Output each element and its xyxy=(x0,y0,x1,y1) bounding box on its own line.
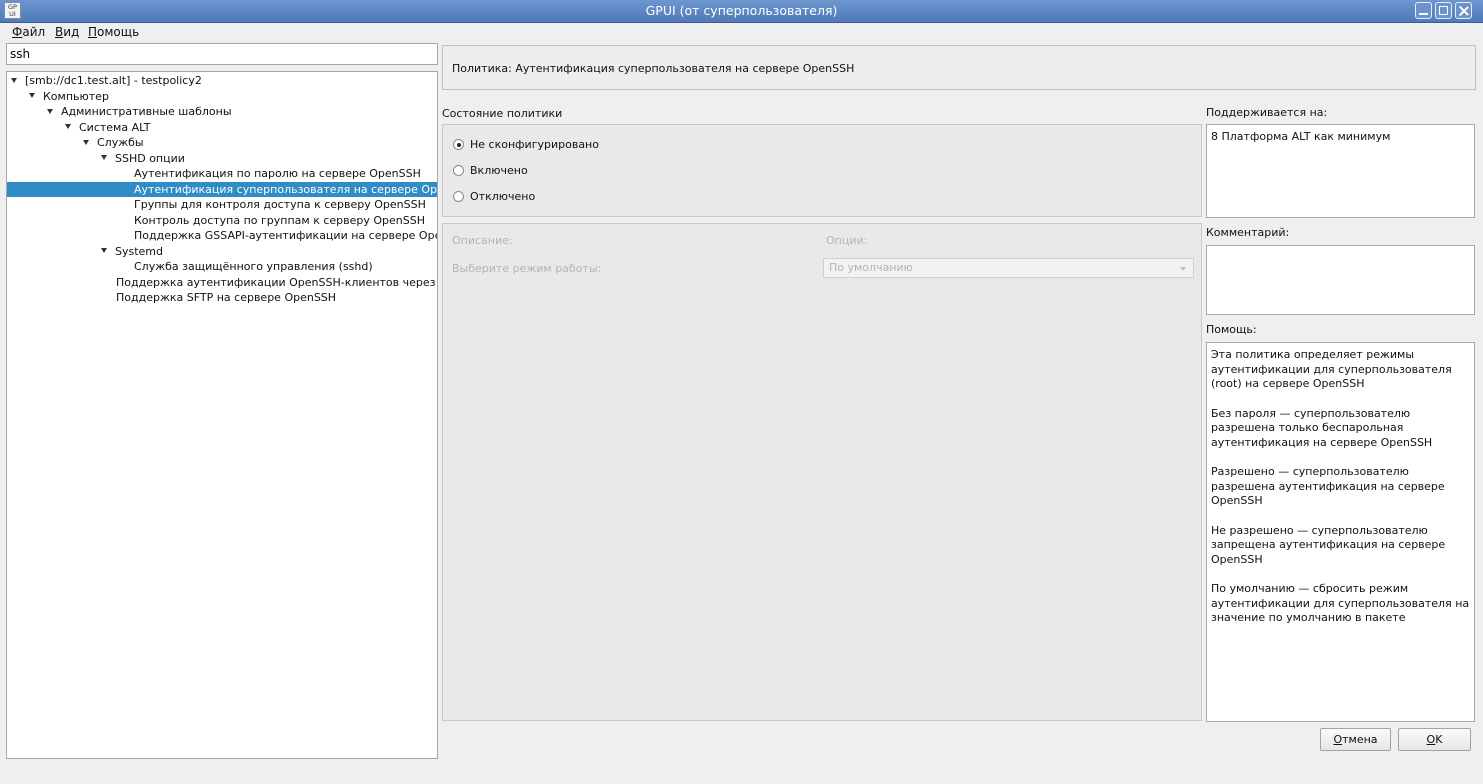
title-bar: GP UI GPUI (от суперпользователя) xyxy=(0,0,1483,23)
mode-select-value: По умолчанию xyxy=(829,261,913,274)
supported-box: 8 Платформа ALT как минимум xyxy=(1206,124,1475,218)
tree-item[interactable]: Поддержка SFTP на сервере OpenSSH xyxy=(7,290,437,306)
chevron-down-icon xyxy=(1180,267,1186,271)
tree-item-label: [smb://dc1.test.alt] - testpolicy2 xyxy=(25,74,202,87)
expand-arrow-icon[interactable] xyxy=(47,108,53,114)
help-paragraph: Не разрешено — суперпользователю запреще… xyxy=(1211,523,1446,566)
tree-item-label: Группы для контроля доступа к серверу Op… xyxy=(134,198,426,211)
radio-indicator xyxy=(453,165,464,176)
radio-label: Отключено xyxy=(470,190,536,203)
radio-not-configured[interactable]: Не сконфигурировано xyxy=(453,138,599,151)
help-paragraph: Эта политика определяет режимы аутентифи… xyxy=(1211,348,1452,390)
tree-item[interactable]: Аутентификация суперпользователя на серв… xyxy=(7,181,438,197)
close-icon[interactable] xyxy=(1455,2,1472,19)
tree-item-label: Аутентификация суперпользователя на серв… xyxy=(134,182,438,196)
policy-tree[interactable]: [smb://dc1.test.alt] - testpolicy2 Компью… xyxy=(6,71,438,759)
comment-label: Комментарий: xyxy=(1206,226,1290,239)
tree-item-label: SSHD опции xyxy=(115,151,185,165)
tree-item[interactable]: Служба защищённого управления (sshd) xyxy=(7,259,437,275)
tree-item[interactable]: Компьютер xyxy=(7,89,437,105)
policy-options-panel: Описание: Опции: Выберите режим работы: … xyxy=(442,223,1202,721)
options-label: Опции: xyxy=(826,234,868,247)
tree-item[interactable]: Административные шаблоны xyxy=(7,104,437,120)
radio-disabled[interactable]: Отключено xyxy=(453,190,535,203)
expand-arrow-icon[interactable] xyxy=(29,93,35,98)
tree-item[interactable]: Контроль доступа по группам к серверу Op… xyxy=(7,213,437,229)
radio-label: Не сконфигурировано xyxy=(470,138,599,151)
menu-file[interactable]: Файл xyxy=(12,25,45,39)
tree-item[interactable]: Systemd xyxy=(7,244,437,260)
menu-bar: Файл Вид Помощь xyxy=(0,23,1483,41)
menu-view[interactable]: Вид xyxy=(55,25,79,39)
tree-item-label: Systemd xyxy=(115,244,164,258)
maximize-icon[interactable] xyxy=(1435,2,1452,19)
tree-item-label: Контроль доступа по группам к серверу Op… xyxy=(134,213,425,227)
menu-help[interactable]: Помощь xyxy=(88,25,139,39)
expand-arrow-icon[interactable] xyxy=(101,155,107,160)
tree-item[interactable]: Система ALT xyxy=(7,120,437,136)
help-label: Помощь: xyxy=(1206,323,1257,336)
radio-enabled[interactable]: Включено xyxy=(453,164,528,177)
tree-item[interactable]: SSHD опции xyxy=(7,151,437,167)
description-label: Описание: xyxy=(452,234,513,247)
radio-indicator xyxy=(453,191,464,202)
policy-title: Политика: Аутентификация суперпользовате… xyxy=(452,62,855,75)
ok-button[interactable]: OK xyxy=(1398,728,1471,751)
tree-item-label: Службы xyxy=(97,136,144,149)
tree-item-label: Поддержка GSSAPI-аутентификации на серве… xyxy=(134,229,438,242)
tree-item[interactable]: [smb://dc1.test.alt] - testpolicy2 xyxy=(7,73,437,89)
tree-item-label: Административные шаблоны xyxy=(61,105,232,118)
expand-arrow-icon[interactable] xyxy=(83,139,89,145)
help-paragraph: Без пароля — суперпользователю разрешена… xyxy=(1211,406,1433,449)
tree-item-label: Поддержка SFTP на сервере OpenSSH xyxy=(116,291,337,304)
expand-arrow-icon[interactable] xyxy=(11,77,17,83)
help-paragraph: По умолчанию — сбросить режим аутентифик… xyxy=(1211,582,1470,624)
supported-value: 8 Платформа ALT как минимум xyxy=(1211,130,1391,143)
tree-item[interactable]: Аутентификация по паролю на сервере Open… xyxy=(7,166,437,182)
tree-item-label: Система ALT xyxy=(79,120,151,134)
radio-indicator xyxy=(453,139,464,150)
tree-item-label: Поддержка аутентификации OpenSSH-клиенто… xyxy=(116,275,438,289)
status-bar xyxy=(0,764,1483,784)
search-input[interactable] xyxy=(6,43,438,65)
tree-item[interactable]: Службы xyxy=(7,135,437,151)
tree-item-label: Компьютер xyxy=(43,89,109,103)
tree-item-label: Аутентификация по паролю на сервере Open… xyxy=(134,167,421,180)
supported-label: Поддерживается на: xyxy=(1206,106,1328,119)
cancel-button[interactable]: Отмена xyxy=(1320,728,1391,751)
minimize-icon[interactable] xyxy=(1415,2,1432,19)
comment-field[interactable] xyxy=(1206,245,1475,315)
expand-arrow-icon[interactable] xyxy=(65,124,71,129)
tree-item[interactable]: Поддержка аутентификации OpenSSH-клиенто… xyxy=(7,275,437,291)
policy-header: Политика: Аутентификация суперпользовате… xyxy=(442,45,1476,90)
policy-state-group: Не сконфигурировано Включено Отключено xyxy=(442,124,1202,217)
help-paragraph: Разрешено — суперпользователю разрешена … xyxy=(1211,465,1445,507)
mode-label: Выберите режим работы: xyxy=(452,262,602,275)
tree-item[interactable]: Поддержка GSSAPI-аутентификации на серве… xyxy=(7,228,437,244)
policy-state-label: Состояние политики xyxy=(442,107,563,120)
help-box: Эта политика определяет режимы аутентифи… xyxy=(1206,342,1475,722)
radio-label: Включено xyxy=(470,164,528,177)
mode-select[interactable]: По умолчанию xyxy=(823,258,1194,278)
tree-item[interactable]: Группы для контроля доступа к серверу Op… xyxy=(7,197,437,213)
window-title: GPUI (от суперпользователя) xyxy=(645,3,838,18)
tree-item-label: Служба защищённого управления (sshd) xyxy=(134,260,373,273)
expand-arrow-icon[interactable] xyxy=(101,248,107,253)
